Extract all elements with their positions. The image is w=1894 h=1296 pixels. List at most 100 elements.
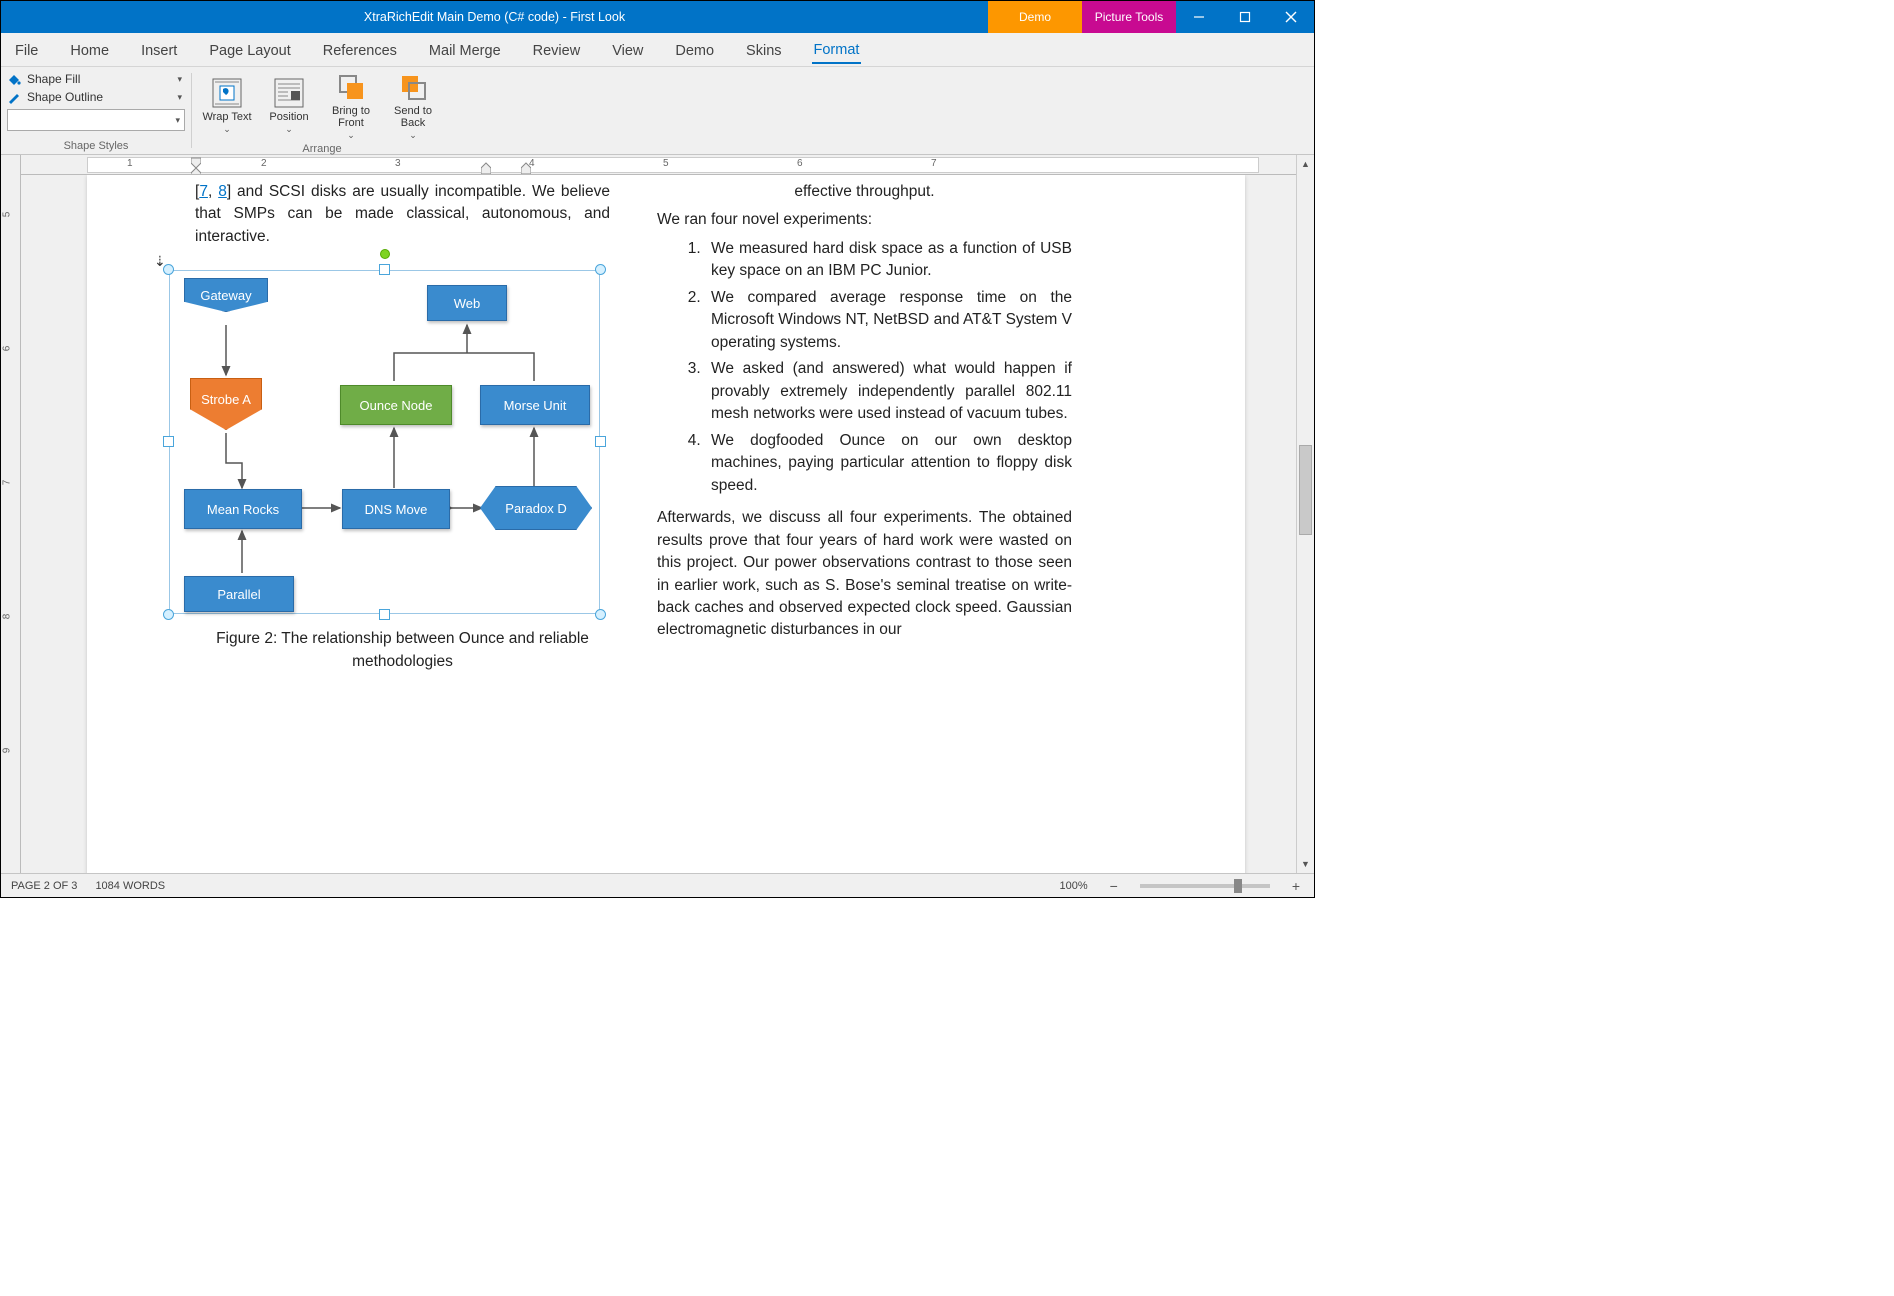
shape-fill-label: Shape Fill [27,72,80,86]
zoom-out-button[interactable]: − [1106,878,1122,894]
minimize-icon [1193,11,1205,23]
resize-handle-nw[interactable] [163,264,174,275]
zoom-percent[interactable]: 100% [1059,880,1087,892]
shape-outline-button[interactable]: Shape Outline ▾ [7,89,182,105]
ribbon-group-shape-styles: Shape Fill ▾ Shape Outline ▾ ▾ Shape Sty… [1,67,191,154]
word-count[interactable]: 1084 WORDS [95,880,165,892]
tab-review[interactable]: Review [531,37,583,63]
hruler-num: 1 [127,158,133,169]
ribbon-tabs: File Home Insert Page Layout References … [1,33,1314,67]
ribbon-group-arrange: Wrap Text ⌄ Position ⌄ Bring to Front ⌄ [192,67,452,154]
node-label: Strobe A [201,393,251,415]
node-label: Gateway [200,288,251,303]
resize-handle-e[interactable] [595,436,606,447]
node-paradox: Paradox D [480,486,592,530]
tab-skins[interactable]: Skins [744,37,783,63]
tab-insert[interactable]: Insert [139,37,179,63]
bring-front-label: Bring to Front [326,105,376,129]
shape-style-select[interactable]: ▾ [7,109,185,131]
hruler-num: 5 [663,158,669,169]
page-indicator[interactable]: PAGE 2 OF 3 [11,880,77,892]
tab-mail-merge[interactable]: Mail Merge [427,37,503,63]
close-icon [1285,11,1297,23]
tab-page-layout[interactable]: Page Layout [207,37,292,63]
chevron-down-icon: ▾ [175,115,180,126]
minimize-button[interactable] [1176,1,1222,33]
bring-front-icon [335,71,367,103]
diagram-selection[interactable]: ⇣ [162,263,607,621]
zoom-slider[interactable] [1140,884,1270,888]
position-button[interactable]: Position ⌄ [260,75,318,137]
send-back-icon [397,71,429,103]
resize-handle-s[interactable] [379,609,390,620]
list-item: We asked (and answered) what would happe… [705,358,1072,425]
indent-marker[interactable] [191,156,201,174]
vertical-ruler[interactable]: 5 6 7 8 9 [1,155,21,873]
paint-bucket-icon [7,72,21,86]
tab-file[interactable]: File [13,37,40,63]
shape-styles-group-label: Shape Styles [7,140,185,154]
document-area: 5 6 7 8 9 1 2 3 4 5 6 7 [7, 8] and SCS [1,155,1314,873]
horizontal-ruler[interactable]: 1 2 3 4 5 6 7 [21,155,1314,175]
bring-to-front-button[interactable]: Bring to Front ⌄ [322,69,380,143]
ribbon: Shape Fill ▾ Shape Outline ▾ ▾ Shape Sty… [1,67,1314,155]
resize-handle-w[interactable] [163,436,174,447]
close-button[interactable] [1268,1,1314,33]
tab-home[interactable]: Home [68,37,111,63]
right-indent-marker[interactable] [481,156,491,174]
vertical-scrollbar[interactable]: ▲ ▼ [1296,155,1314,873]
right-lead: We ran four novel experiments: [657,209,1072,231]
link-ref-7[interactable]: 7 [199,183,208,200]
node-morse: Morse Unit [480,385,590,425]
resize-handle-ne[interactable] [595,264,606,275]
node-parallel: Parallel [184,576,294,612]
vruler-num: 5 [1,212,12,218]
right-top-line: effective throughput. [657,181,1072,203]
zoom-thumb[interactable] [1234,879,1242,893]
chevron-down-icon: ⌄ [409,131,417,141]
tab-format[interactable]: Format [812,36,862,64]
vruler-num: 9 [1,748,12,754]
selection-box [169,270,600,614]
scroll-track[interactable] [1297,173,1314,855]
scroll-thumb[interactable] [1299,445,1312,535]
vruler-num: 8 [1,614,12,620]
zoom-in-button[interactable]: + [1288,878,1304,894]
link-ref-8[interactable]: 8 [218,183,227,200]
resize-handle-n[interactable] [379,264,390,275]
pen-icon [7,90,21,104]
rotate-handle[interactable] [380,249,390,259]
maximize-button[interactable] [1222,1,1268,33]
wrap-text-icon [211,77,243,109]
tab-references[interactable]: References [321,37,399,63]
document-canvas[interactable]: [7, 8] and SCSI disks are usually incomp… [21,175,1314,873]
resize-handle-sw[interactable] [163,609,174,620]
tab-view[interactable]: View [610,37,645,63]
intro-paragraph: [7, 8] and SCSI disks are usually incomp… [195,181,610,248]
node-web: Web [427,285,507,321]
hruler-num: 7 [931,158,937,169]
node-label: Paradox D [505,501,566,516]
maximize-icon [1239,11,1251,23]
tab-demo[interactable]: Demo [673,37,716,63]
wrap-text-button[interactable]: Wrap Text ⌄ [198,75,256,137]
send-back-label: Send to Back [388,105,438,129]
tab-context-demo[interactable]: Demo [988,1,1082,33]
doc-main: 1 2 3 4 5 6 7 [7, 8] and SCSI disks are … [21,155,1314,873]
node-ounce: Ounce Node [340,385,452,425]
tab-context-picture-tools[interactable]: Picture Tools [1082,1,1176,33]
list-item: We compared average response time on the… [705,287,1072,354]
vruler-num: 7 [1,480,12,486]
resize-handle-se[interactable] [595,609,606,620]
left-indent-marker-col2[interactable] [521,156,531,174]
scroll-down-button[interactable]: ▼ [1297,855,1314,873]
page: [7, 8] and SCSI disks are usually incomp… [87,175,1245,873]
shape-fill-button[interactable]: Shape Fill ▾ [7,71,182,87]
position-label: Position [269,111,308,123]
send-to-back-button[interactable]: Send to Back ⌄ [384,69,442,143]
shape-outline-label: Shape Outline [27,90,103,104]
right-column: effective throughput. We ran four novel … [657,181,1072,648]
experiment-list: We measured hard disk space as a functio… [657,238,1072,497]
hruler-num: 2 [261,158,267,169]
scroll-up-button[interactable]: ▲ [1297,155,1314,173]
